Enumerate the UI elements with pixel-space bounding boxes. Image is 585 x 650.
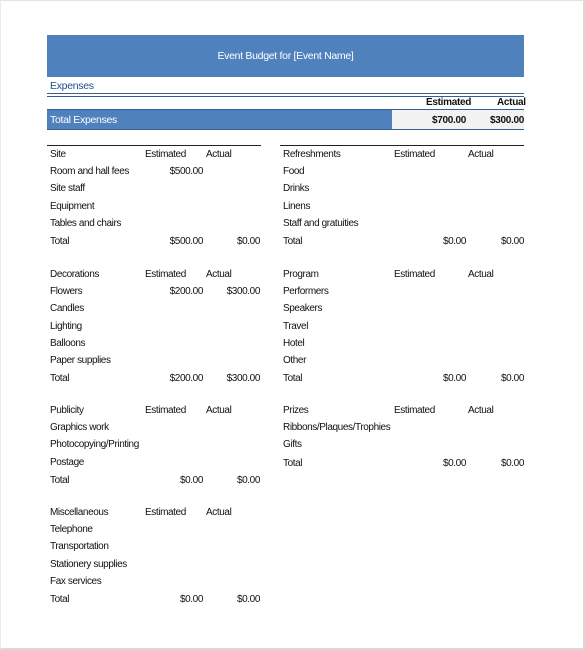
section-header-publicity: Publicity (50, 405, 84, 416)
line-item-actual[interactable] (180, 163, 260, 180)
line-item-label: Performers (283, 286, 329, 298)
line-item-label: Room and hall fees (50, 166, 129, 178)
line-item-label: Postage (50, 456, 84, 468)
line-item-label: Site staff (50, 183, 85, 195)
line-item-actual[interactable] (180, 521, 260, 538)
section-total-actual[interactable]: $0.00 (180, 591, 260, 608)
total-expenses-label: Total Expenses (47, 110, 392, 129)
line-item-label: Graphics work (50, 422, 109, 434)
section-header-miscellaneous: Miscellaneous (50, 507, 109, 518)
summary-estimated-header: Estimated (426, 97, 472, 108)
line-item-actual[interactable] (180, 352, 260, 369)
section-total-actual[interactable]: $0.00 (444, 455, 524, 472)
line-item-actual[interactable] (180, 419, 260, 436)
section-estimated-header: Estimated (394, 149, 435, 160)
section-actual-header: Actual (206, 269, 232, 280)
section-estimated-header: Estimated (145, 405, 186, 416)
line-item-actual[interactable] (444, 283, 524, 300)
section-total-label: Total (283, 236, 303, 247)
section-estimated-header: Estimated (145, 149, 186, 160)
section-estimated-header: Estimated (145, 269, 186, 280)
line-item-label: Hotel (283, 337, 305, 349)
line-item-label: Lighting (50, 320, 82, 332)
line-item-actual[interactable] (444, 198, 524, 215)
line-item-label: Travel (283, 320, 309, 332)
line-item-actual[interactable] (180, 573, 260, 590)
line-item-actual[interactable] (180, 180, 260, 197)
line-item-actual[interactable] (180, 556, 260, 573)
expenses-heading: Expenses (50, 80, 94, 92)
line-item-label: Ribbons/Plaques/Trophies (283, 422, 391, 434)
line-item-label: Drinks (283, 183, 309, 195)
line-item-label: Stationery supplies (50, 558, 127, 570)
line-item-actual[interactable] (444, 352, 524, 369)
line-item-actual[interactable] (444, 419, 524, 436)
section-total-actual[interactable]: $300.00 (180, 370, 261, 387)
section-header-program: Program (283, 269, 319, 280)
total-expenses-actual[interactable]: $300.00 (490, 115, 524, 126)
line-item-actual[interactable] (180, 198, 260, 215)
section-total-actual[interactable]: $0.00 (444, 370, 524, 387)
section-header-decorations: Decorations (50, 269, 99, 280)
line-item-label: Staff and gratuities (283, 217, 359, 229)
section-actual-header: Actual (206, 149, 232, 160)
line-item-actual[interactable] (180, 335, 260, 352)
total-expenses-estimated[interactable]: $700.00 (432, 115, 466, 126)
summary-bottom-rule (47, 129, 524, 130)
line-item-actual[interactable] (444, 215, 524, 232)
section-header-prizes: Prizes (283, 405, 309, 416)
line-item-actual[interactable] (180, 215, 260, 232)
line-item-actual[interactable] (180, 318, 260, 335)
line-item-actual[interactable] (180, 454, 260, 471)
section-total-label: Total (50, 373, 70, 385)
line-item-actual[interactable] (444, 335, 524, 352)
line-item-actual[interactable] (444, 180, 524, 197)
line-item-label: Gifts (283, 439, 302, 451)
budget-title: Event Budget for [Event Name] (47, 35, 524, 77)
line-item-actual[interactable] (180, 436, 260, 453)
section-estimated-header: Estimated (394, 405, 435, 416)
line-item-actual[interactable] (180, 538, 260, 555)
line-item-actual[interactable] (444, 300, 524, 317)
summary-actual-header: Actual (497, 97, 526, 108)
section-actual-header: Actual (206, 507, 232, 518)
line-item-label: Transportation (50, 541, 109, 553)
line-item-label: Candles (50, 303, 84, 315)
line-item-actual[interactable] (444, 436, 524, 453)
section-total-label: Total (283, 457, 303, 469)
section-total-actual[interactable]: $0.00 (444, 233, 524, 250)
section-total-label: Total (50, 474, 70, 486)
section-actual-header: Actual (206, 405, 232, 416)
line-item-label: Speakers (283, 303, 323, 315)
line-item-label: Telephone (50, 524, 93, 536)
section-total-label: Total (50, 236, 70, 247)
line-item-label: Paper supplies (50, 355, 111, 366)
line-item-label: Flowers (50, 286, 83, 298)
line-item-actual[interactable]: $300.00 (180, 283, 261, 300)
line-item-actual[interactable] (444, 318, 524, 335)
section-actual-header: Actual (468, 405, 494, 416)
line-item-label: Fax services (50, 575, 102, 587)
section-estimated-header: Estimated (394, 269, 435, 280)
section-total-label: Total (283, 373, 303, 385)
section-total-actual[interactable]: $0.00 (180, 233, 260, 250)
section-actual-header: Actual (468, 269, 494, 280)
section-actual-header: Actual (468, 149, 494, 160)
section-total-label: Total (50, 594, 70, 605)
line-item-label: Tables and chairs (50, 217, 122, 229)
section-header-site: Site (50, 149, 66, 160)
section-total-actual[interactable]: $0.00 (180, 472, 260, 489)
line-item-label: Other (283, 355, 307, 366)
line-item-label: Balloons (50, 337, 86, 349)
line-item-label: Equipment (50, 200, 95, 212)
line-item-label: Linens (283, 200, 311, 212)
line-item-actual[interactable] (444, 163, 524, 180)
line-item-actual[interactable] (180, 300, 260, 317)
section-estimated-header: Estimated (145, 507, 186, 518)
section-header-refreshments: Refreshments (283, 149, 341, 160)
line-item-label: Food (283, 166, 305, 178)
